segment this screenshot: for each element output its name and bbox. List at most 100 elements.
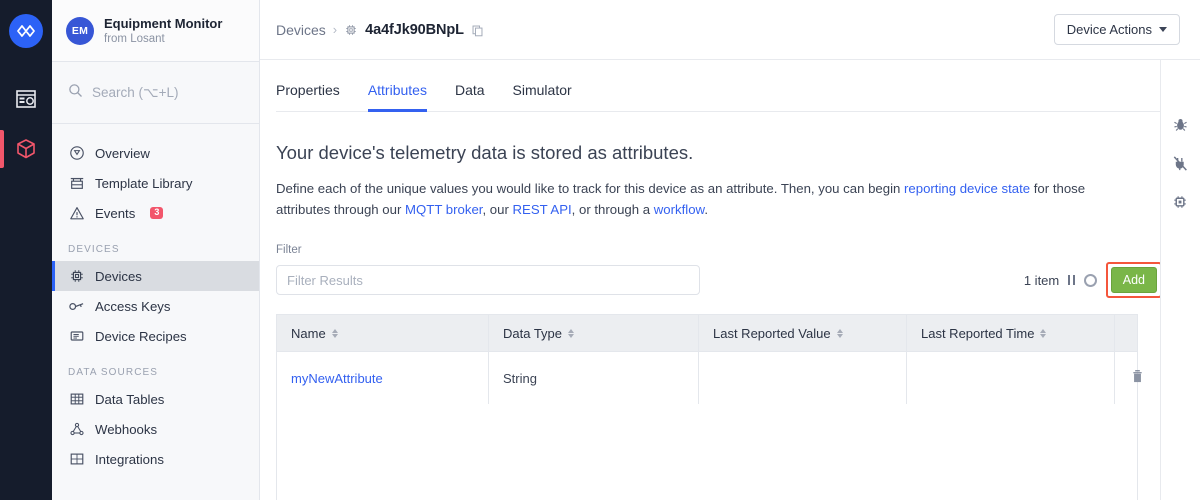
device-chip-icon[interactable] [1170,191,1192,213]
item-count: 1 item [1023,272,1060,288]
tab-attributes[interactable]: Attributes [367,60,428,112]
global-nav-rail [0,0,52,500]
breadcrumb-separator: › [332,22,338,37]
copy-icon[interactable] [471,22,484,38]
page-description: Define each of the unique values you wou… [276,178,1138,220]
sidebar: EM Equipment Monitor from Losant Search … [52,0,260,500]
device-actions-label: Device Actions [1066,22,1152,37]
sidebar-group-label-data-sources: DATA SOURCES [68,367,159,378]
desc-part-1: Define each of the unique values you wou… [276,181,905,196]
attribute-name-link[interactable]: myNewAttribute [291,371,383,386]
filter-row: 1 item Add [276,262,1162,298]
app-root: EM Equipment Monitor from Losant Search … [0,0,1200,500]
table-empty-area [276,404,1138,500]
trash-icon[interactable] [1131,369,1144,387]
link-rest-api[interactable]: REST API [513,202,572,217]
overview-icon [68,145,85,162]
sidebar-item-webhooks[interactable]: Webhooks [52,414,259,444]
rail-item-dashboards[interactable] [0,74,52,124]
sidebar-item-label: Overview [95,145,150,161]
template-library-icon [68,175,85,192]
integrations-icon [68,451,85,468]
sidebar-item-devices[interactable]: Devices [52,261,259,291]
tab-properties[interactable]: Properties [276,60,340,111]
cell-last-reported-time [907,352,1115,404]
column-header-actions [1115,315,1159,351]
sort-icon [568,328,575,338]
device-actions-button[interactable]: Device Actions [1053,14,1180,45]
sidebar-item-access-keys[interactable]: Access Keys [52,291,259,321]
content: Properties Attributes Data Simulator You… [260,60,1200,500]
sidebar-item-device-recipes[interactable]: Device Recipes [52,321,259,351]
table-body: myNewAttribute String [277,351,1142,404]
column-header-last-reported-time[interactable]: Last Reported Time [907,315,1115,351]
search-input[interactable]: Search (⌥+L) [52,62,259,124]
sidebar-item-integrations[interactable]: Integrations [52,444,259,474]
table-header-row: Name Data Type Last Reported Value Last … [277,315,1137,351]
column-label: Name [291,325,326,341]
sidebar-group-label-devices: DEVICES [68,244,120,255]
column-header-name[interactable]: Name [277,315,489,351]
desc-part-3: , our [482,202,513,217]
column-label: Last Reported Value [713,325,831,341]
sort-icon [836,328,843,338]
disconnected-plug-icon[interactable] [1170,152,1192,174]
filter-input[interactable] [276,265,700,295]
desc-part-4: , or through a [571,202,654,217]
sort-icon [331,328,338,338]
desc-part-5: . [704,202,709,217]
breadcrumb-devices[interactable]: Devices [276,22,326,38]
page-title: Your device's telemetry data is stored a… [276,142,694,163]
add-button-highlight: Add [1105,262,1162,298]
search-icon [68,83,83,103]
column-label: Data Type [503,325,563,341]
sidebar-item-label: Data Tables [95,391,165,407]
sidebar-item-label: Webhooks [95,421,158,437]
losant-logo-icon[interactable] [9,14,43,48]
attributes-table: Name Data Type Last Reported Value Last … [276,314,1142,404]
main-area: Devices › 4a4fJk90BNpL Device Actions Pr… [260,0,1200,500]
link-reporting-device-state[interactable]: reporting device state [904,181,1030,196]
cell-actions [1115,352,1159,404]
bug-icon[interactable] [1170,113,1192,135]
sidebar-item-template-library[interactable]: Template Library [52,168,259,198]
search-placeholder: Search (⌥+L) [92,84,179,100]
rail-item-devices[interactable] [0,124,52,174]
table-row[interactable]: myNewAttribute String [277,351,1142,404]
pause-icon[interactable] [1068,275,1075,285]
topbar: Devices › 4a4fJk90BNpL Device Actions [260,0,1200,60]
right-icon-rail [1160,60,1200,500]
sidebar-item-data-tables[interactable]: Data Tables [52,384,259,414]
tab-bar: Properties Attributes Data Simulator [276,60,1162,112]
events-warning-icon [68,205,85,222]
sidebar-item-events[interactable]: Events 3 [52,198,259,228]
sort-icon [1040,328,1047,338]
workspace-name: Equipment Monitor [104,15,223,31]
breadcrumb: Devices › 4a4fJk90BNpL [276,22,484,38]
add-button[interactable]: Add [1110,267,1157,293]
sidebar-item-overview[interactable]: Overview [52,138,259,168]
tab-data[interactable]: Data [455,60,485,111]
avatar: EM [66,16,94,45]
table-head: Name Data Type Last Reported Value Last … [277,315,1137,351]
filter-label: Filter [276,244,302,256]
key-icon [68,298,85,315]
column-header-data-type[interactable]: Data Type [489,315,699,351]
table-toolbar: 1 item Add [1024,262,1162,298]
chevron-down-icon [1159,27,1167,32]
device-id: 4a4fJk90BNpL [365,21,464,38]
tab-simulator[interactable]: Simulator [513,60,572,111]
column-header-last-reported-value[interactable]: Last Reported Value [699,315,907,351]
sidebar-item-label: Events [95,205,136,221]
chip-icon [344,22,358,38]
column-label: Last Reported Time [921,325,1035,341]
link-mqtt-broker[interactable]: MQTT broker [405,202,482,217]
cell-last-reported-value [699,352,907,404]
link-workflow[interactable]: workflow [654,202,705,217]
workspace-header[interactable]: EM Equipment Monitor from Losant [52,0,259,62]
table-icon [68,391,85,408]
sidebar-item-label: Template Library [95,175,193,191]
sidebar-item-label: Device Recipes [95,328,187,344]
spinner-icon[interactable] [1083,273,1097,287]
sidebar-item-label: Devices [95,268,142,284]
